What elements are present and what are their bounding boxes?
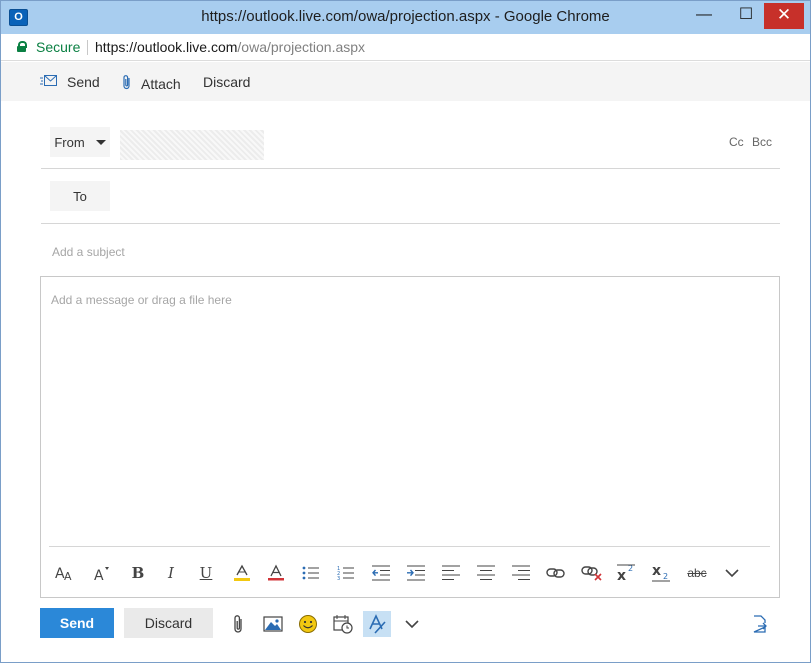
insert-link-icon[interactable] (543, 562, 569, 584)
to-button[interactable]: To (50, 181, 110, 211)
format-toolbar-divider (49, 546, 770, 547)
svg-text:2: 2 (663, 572, 668, 581)
align-center-icon[interactable] (473, 562, 499, 584)
discard-command[interactable]: Discard (203, 74, 250, 90)
strikethrough-icon[interactable]: abc (684, 562, 710, 584)
more-formatting-chevron-icon[interactable] (719, 562, 745, 584)
svg-text:A: A (64, 570, 72, 582)
svg-text:x: x (652, 564, 661, 579)
font-size-icon[interactable]: AA (53, 562, 79, 584)
from-address-redacted (120, 130, 264, 160)
minimize-button[interactable]: — (690, 3, 718, 29)
send-button[interactable]: Send (40, 608, 114, 638)
to-label: To (73, 188, 87, 204)
more-options-chevron-icon[interactable] (398, 611, 426, 637)
to-divider (41, 223, 780, 224)
send-envelope-icon (40, 74, 58, 90)
bullet-list-icon[interactable] (298, 562, 324, 584)
command-bar: Send Attach Discard (1, 62, 810, 101)
formatting-options-icon[interactable] (363, 611, 391, 637)
superscript-icon[interactable]: x2 (614, 562, 640, 584)
window-title: https://outlook.live.com/owa/projection.… (201, 8, 610, 25)
address-divider (87, 40, 88, 55)
title-bar: O https://outlook.live.com/owa/projectio… (1, 1, 810, 34)
discard-button[interactable]: Discard (124, 608, 213, 638)
svg-text:A: A (94, 568, 104, 582)
discard-command-label: Discard (203, 74, 251, 90)
message-body-editor[interactable]: Add a message or drag a file here AA A B… (40, 276, 780, 598)
align-left-icon[interactable] (438, 562, 464, 584)
attach-command-label: Attach (141, 75, 181, 92)
attach-command[interactable]: Attach (122, 74, 181, 93)
browser-window: O https://outlook.live.com/owa/projectio… (0, 0, 811, 663)
url-host: https://outlook.live.com (95, 39, 238, 55)
secure-label[interactable]: Secure (36, 39, 80, 55)
pop-out-icon[interactable] (746, 611, 774, 637)
subscript-icon[interactable]: x2 (649, 562, 675, 584)
underline-icon[interactable]: U (193, 562, 219, 584)
svg-text:3: 3 (337, 576, 340, 581)
align-right-icon[interactable] (508, 562, 534, 584)
formatting-toolbar: AA A B I U 123 x 2 x 2 abc (41, 557, 779, 587)
increase-indent-icon[interactable] (403, 562, 429, 584)
font-color-icon[interactable] (263, 562, 289, 584)
url-text[interactable]: https://outlook.live.com/owa/projection.… (95, 39, 365, 55)
send-command[interactable]: Send (40, 74, 100, 90)
close-button[interactable]: ✕ (764, 3, 804, 29)
address-bar[interactable]: Secure https://outlook.live.com/owa/proj… (1, 34, 810, 61)
from-divider (41, 168, 780, 169)
paperclip-icon (122, 74, 132, 93)
calendar-schedule-icon[interactable] (329, 611, 357, 637)
highlight-icon[interactable] (229, 562, 255, 584)
bold-icon[interactable]: B (125, 562, 151, 584)
grow-font-icon[interactable]: A (89, 562, 115, 584)
subject-input[interactable]: Add a subject (52, 245, 125, 259)
emoji-icon[interactable] (294, 611, 322, 637)
attach-file-icon[interactable] (224, 611, 252, 637)
lock-icon[interactable] (17, 41, 27, 52)
decrease-indent-icon[interactable] (368, 562, 394, 584)
italic-icon[interactable]: I (158, 562, 184, 584)
body-placeholder: Add a message or drag a file here (51, 293, 232, 307)
svg-text:x: x (617, 568, 626, 582)
remove-link-icon[interactable] (579, 562, 605, 584)
send-command-label: Send (67, 74, 100, 90)
numbered-list-icon[interactable]: 123 (333, 562, 359, 584)
insert-picture-icon[interactable] (259, 611, 287, 637)
bcc-link[interactable]: Bcc (752, 135, 772, 149)
from-label: From (54, 134, 85, 150)
cc-link[interactable]: Cc (729, 135, 744, 149)
caret-down-icon (95, 139, 106, 145)
url-path: /owa/projection.aspx (237, 39, 366, 55)
from-button[interactable]: From (50, 127, 110, 157)
maximize-button[interactable]: ☐ (732, 3, 760, 29)
